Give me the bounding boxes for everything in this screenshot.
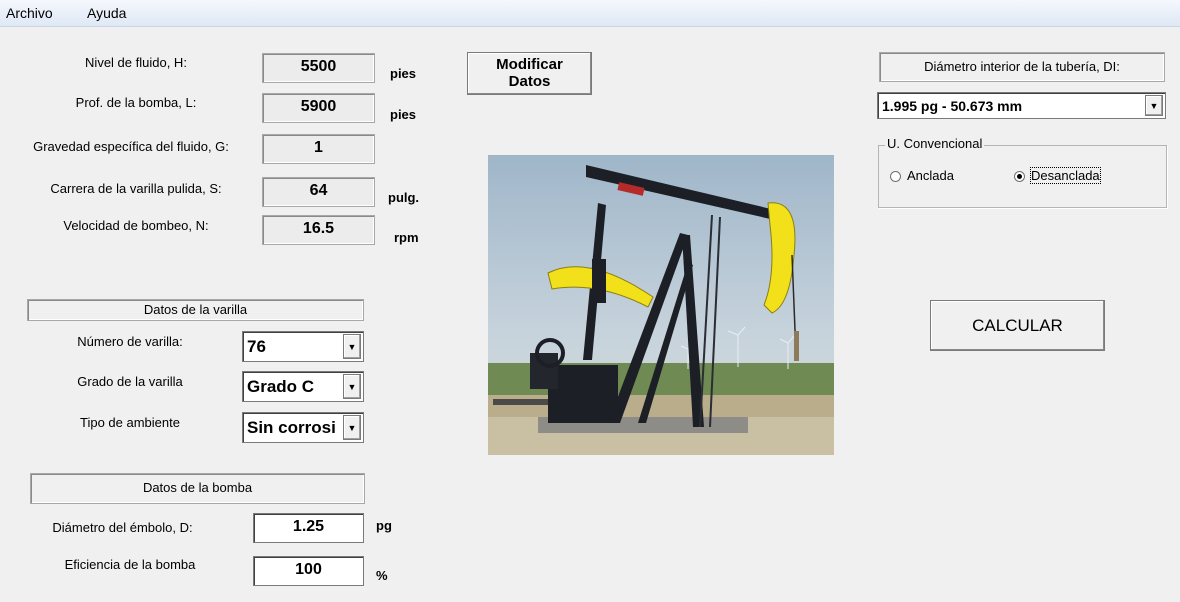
anclada-label[interactable]: Anclada <box>907 168 954 183</box>
grado-varilla-select[interactable]: Grado C ▼ <box>242 371 364 402</box>
eficiencia-unit: % <box>376 568 388 583</box>
velocidad-unit: rpm <box>394 230 419 245</box>
pumpjack-image <box>488 155 834 455</box>
carrera-value: 64 <box>262 177 375 207</box>
prof-value: 5900 <box>262 93 375 123</box>
menu-archivo[interactable]: Archivo <box>6 5 53 21</box>
desanclada-radio[interactable] <box>1014 171 1025 182</box>
menu-ayuda[interactable]: Ayuda <box>87 5 126 21</box>
modificar-line1: Modificar <box>496 56 563 73</box>
bomba-group-title: Datos de la bomba <box>30 473 365 504</box>
chevron-down-icon[interactable]: ▼ <box>343 374 361 399</box>
nivel-unit: pies <box>390 66 417 81</box>
gravedad-label: Gravedad específica del fluido, G: <box>33 139 229 154</box>
numero-varilla-value: 76 <box>247 337 266 356</box>
calcular-button[interactable]: CALCULAR <box>930 300 1105 351</box>
grado-varilla-value: Grado C <box>247 377 315 396</box>
chevron-down-icon[interactable]: ▼ <box>1145 95 1163 116</box>
varilla-group-title: Datos de la varilla <box>27 299 364 321</box>
carrera-unit: pulg. <box>388 190 420 205</box>
pumpjack-illustration <box>488 155 834 455</box>
desanclada-label[interactable]: Desanclada <box>1030 167 1101 184</box>
carrera-label: Carrera de la varilla pulida, S: <box>50 181 222 196</box>
chevron-down-icon[interactable]: ▼ <box>343 334 361 359</box>
nivel-value: 5500 <box>262 53 375 83</box>
prof-label: Prof. de la bomba, L: <box>75 95 197 110</box>
gravedad-value: 1 <box>262 134 375 164</box>
diametro-embolo-input[interactable]: 1.25 <box>253 513 364 543</box>
prof-unit: pies <box>390 107 417 122</box>
tuberia-title: Diámetro interior de la tubería, DI: <box>879 52 1165 82</box>
diametro-embolo-label: Diámetro del émbolo, D: <box>52 520 193 535</box>
tipo-ambiente-label: Tipo de ambiente <box>80 415 180 430</box>
numero-varilla-label: Número de varilla: <box>77 334 183 349</box>
unidad-title: U. Convencional <box>885 136 985 151</box>
tipo-ambiente-value: Sin corrosi <box>247 418 336 437</box>
diametro-embolo-unit: pg <box>376 518 392 533</box>
anclada-radio[interactable] <box>890 171 901 182</box>
tuberia-select[interactable]: 1.995 pg - 50.673 mm ▼ <box>877 92 1166 119</box>
tipo-ambiente-select[interactable]: Sin corrosi ▼ <box>242 412 364 443</box>
chevron-down-icon[interactable]: ▼ <box>343 415 361 440</box>
grado-varilla-label: Grado de la varilla <box>77 374 183 389</box>
eficiencia-input[interactable]: 100 <box>253 556 364 586</box>
nivel-label: Nivel de fluido, H: <box>85 55 187 70</box>
velocidad-value: 16.5 <box>262 215 375 245</box>
eficiencia-label: Eficiencia de la bomba <box>64 557 196 572</box>
menu-bar: Archivo Ayuda <box>0 0 1180 27</box>
numero-varilla-select[interactable]: 76 ▼ <box>242 331 364 362</box>
modificar-datos-button[interactable]: Modificar Datos <box>467 52 592 95</box>
modificar-line2: Datos <box>508 73 551 90</box>
tuberia-value: 1.995 pg - 50.673 mm <box>882 98 1023 114</box>
velocidad-label: Velocidad de bombeo, N: <box>63 218 209 233</box>
